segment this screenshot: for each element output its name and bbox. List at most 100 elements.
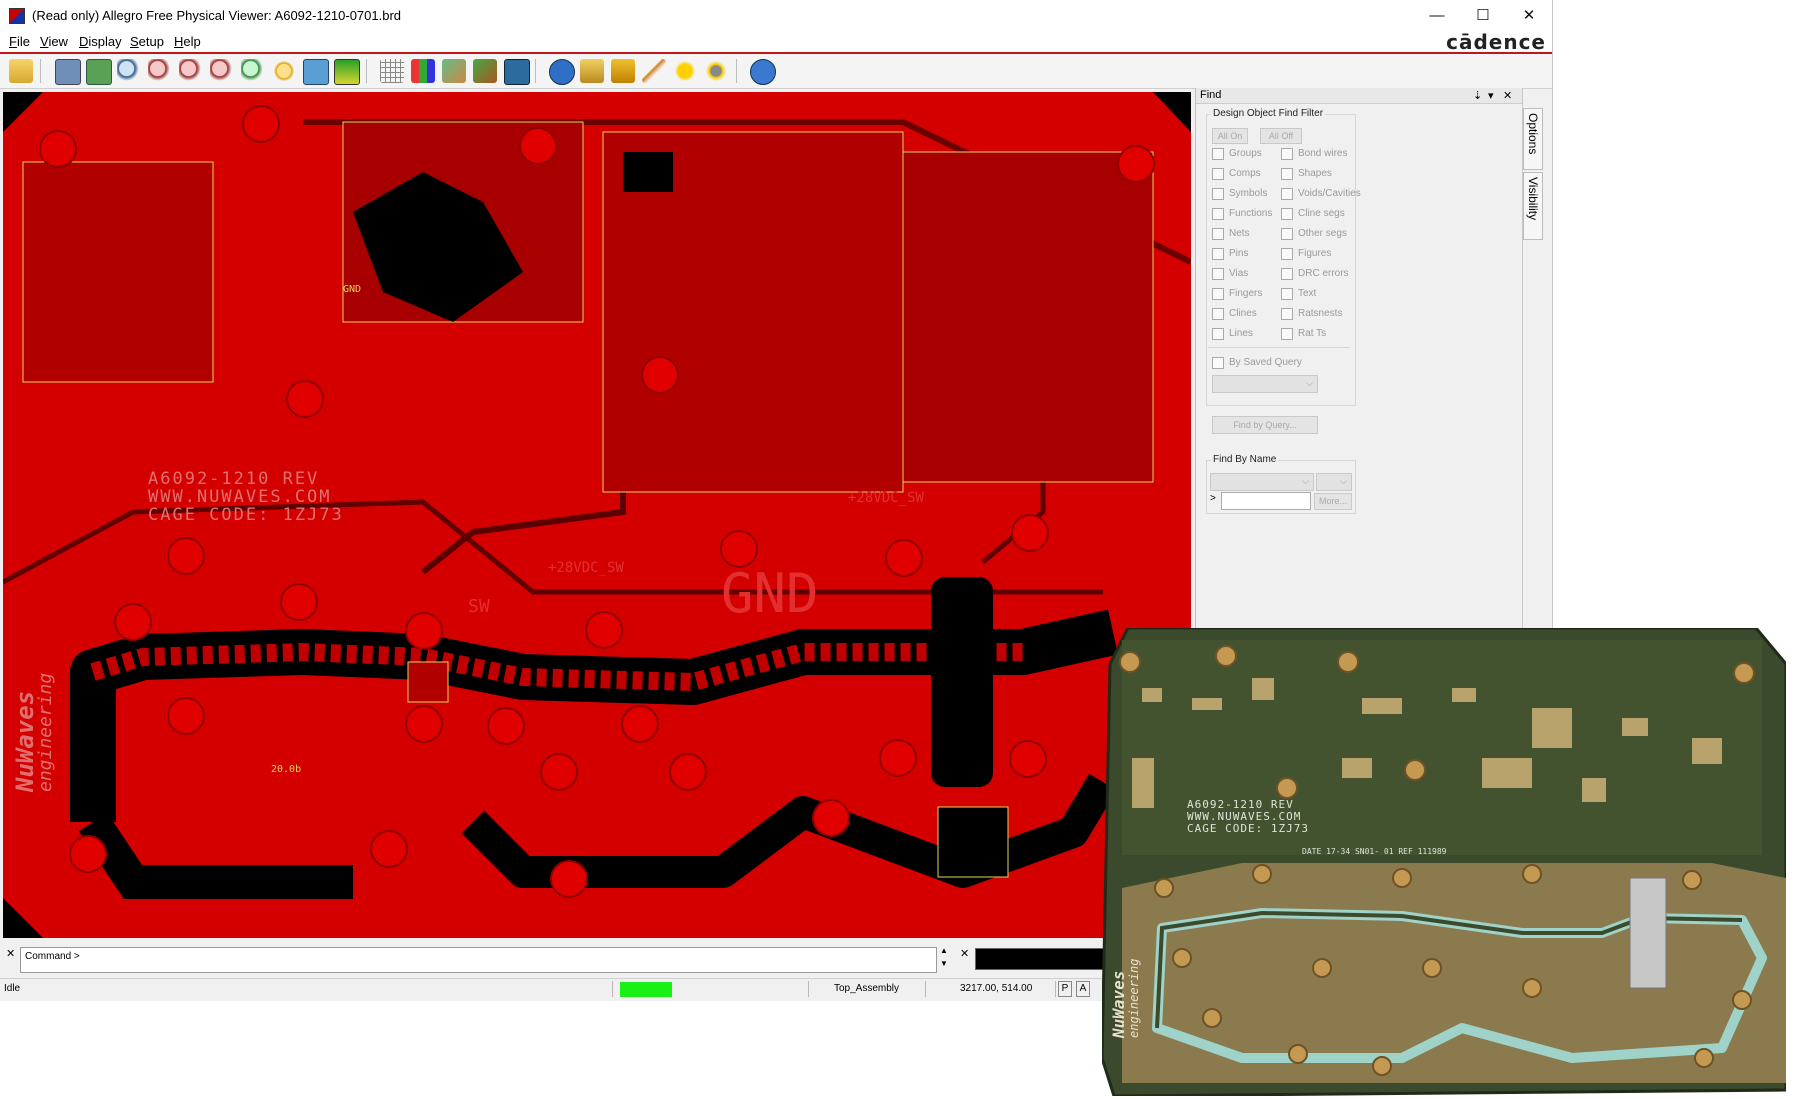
filter-shapes-checkbox[interactable]: [1281, 168, 1293, 180]
all-on-button[interactable]: All On: [1212, 128, 1248, 144]
layers-icon[interactable]: [442, 59, 466, 83]
filter-lines-checkbox[interactable]: [1212, 328, 1224, 340]
attenuator-label: 20.0b: [271, 764, 301, 775]
gnd-via: [540, 753, 578, 791]
toolbar-separator: [736, 59, 737, 83]
highlight-icon[interactable]: [642, 59, 666, 83]
zoom-world-icon[interactable]: [86, 59, 112, 85]
gnd-via: [69, 835, 107, 873]
status-a-button[interactable]: A: [1076, 981, 1090, 997]
visibility-icon[interactable]: [504, 59, 530, 85]
filter-fingers-checkbox[interactable]: [1212, 288, 1224, 300]
by-saved-query-checkbox[interactable]: [1212, 357, 1224, 369]
menu-help[interactable]: Help: [174, 34, 201, 49]
3d-view-icon[interactable]: [303, 59, 329, 85]
filter-fingers-label: Fingers: [1229, 288, 1263, 299]
status-active-subclass[interactable]: Top_Assembly: [834, 983, 899, 994]
filter-voids-label: Voids/Cavities: [1298, 188, 1361, 199]
menu-file[interactable]: File: [9, 34, 30, 49]
menu-setup[interactable]: Setup: [130, 34, 164, 49]
grid-icon[interactable]: [380, 59, 404, 83]
command-input[interactable]: Command >: [20, 947, 937, 973]
scroll-down-icon[interactable]: ▼: [940, 959, 948, 968]
scroll-up-icon[interactable]: ▲: [940, 946, 948, 955]
close-button[interactable]: ✕: [1506, 0, 1552, 32]
filter-pins-checkbox[interactable]: [1212, 248, 1224, 260]
filter-vias-checkbox[interactable]: [1212, 268, 1224, 280]
info-icon[interactable]: [549, 59, 575, 85]
filter-text-checkbox[interactable]: [1281, 288, 1293, 300]
mounting-hole: [1732, 990, 1752, 1010]
zoom-in2-icon[interactable]: [179, 59, 203, 83]
flip-icon[interactable]: [334, 59, 360, 85]
menu-help-label: elp: [183, 34, 201, 49]
open-icon[interactable]: [9, 59, 33, 83]
minimize-button[interactable]: —: [1414, 0, 1460, 32]
tab-options[interactable]: Options: [1523, 108, 1543, 170]
filter-comps-checkbox[interactable]: [1212, 168, 1224, 180]
all-off-button[interactable]: All Off: [1260, 128, 1302, 144]
find-name-type-select[interactable]: ⌵: [1316, 473, 1352, 491]
filter-voids-checkbox[interactable]: [1281, 188, 1293, 200]
filter-clines-checkbox[interactable]: [1212, 308, 1224, 320]
zoom-points-icon[interactable]: [148, 59, 172, 83]
find-by-query-button[interactable]: Find by Query...: [1212, 416, 1318, 434]
board-photo-drawing: A6092-1210 REV WWW.NUWAVES.COM CAGE CODE…: [1100, 626, 1788, 1098]
menu-display[interactable]: Display: [79, 34, 122, 49]
mounting-hole: [1522, 978, 1542, 998]
tab-visibility[interactable]: Visibility: [1523, 172, 1543, 240]
filter-symbols-checkbox[interactable]: [1212, 188, 1224, 200]
redraw-icon[interactable]: [272, 59, 296, 83]
help-icon[interactable]: [750, 59, 776, 85]
filter-functions-label: Functions: [1229, 208, 1273, 219]
color-icon[interactable]: [411, 59, 435, 83]
assign-color-icon[interactable]: [704, 59, 728, 83]
mounting-hole: [1522, 864, 1542, 884]
saved-query-select[interactable]: ⌵: [1212, 375, 1318, 393]
zoom-out-icon[interactable]: [210, 59, 234, 83]
panel-close-icon[interactable]: ✕: [1503, 89, 1512, 102]
filter-drc-errors-checkbox[interactable]: [1281, 268, 1293, 280]
properties-icon[interactable]: [580, 59, 604, 83]
mounting-hole: [1119, 651, 1141, 673]
filter-bond-wires-checkbox[interactable]: [1281, 148, 1293, 160]
worldview-close-icon[interactable]: ✕: [960, 947, 969, 960]
command-prompt: Command >: [25, 951, 80, 962]
gnd-via: [550, 860, 588, 898]
filter-rat-ts-checkbox[interactable]: [1281, 328, 1293, 340]
gnd-via: [641, 356, 679, 394]
status-p-button[interactable]: P: [1058, 981, 1072, 997]
zoom-in-icon[interactable]: [117, 59, 141, 83]
gnd-net-label-small: GND: [343, 284, 361, 295]
filter-figures-checkbox[interactable]: [1281, 248, 1293, 260]
design-canvas[interactable]: A6092-1210 REV WWW.NUWAVES.COM CAGE CODE…: [3, 92, 1191, 938]
more-button[interactable]: More...: [1314, 493, 1352, 510]
filter-groups-checkbox[interactable]: [1212, 148, 1224, 160]
pin-icon[interactable]: ⇣: [1473, 89, 1482, 102]
panel-menu-icon[interactable]: ▾: [1488, 89, 1494, 102]
measure-icon[interactable]: [611, 59, 635, 83]
gnd-via: [669, 753, 707, 791]
find-type-select[interactable]: ⌵: [1210, 473, 1314, 491]
menu-view[interactable]: View: [40, 34, 68, 49]
maximize-button[interactable]: ☐: [1460, 0, 1506, 32]
command-close-icon[interactable]: ✕: [6, 947, 15, 960]
filter-nets-checkbox[interactable]: [1212, 228, 1224, 240]
shadow-icon[interactable]: [473, 59, 497, 83]
filter-cline-segs-checkbox[interactable]: [1281, 208, 1293, 220]
zoom-fit-icon[interactable]: [55, 59, 81, 85]
status-separator: [808, 981, 809, 997]
filter-functions-checkbox[interactable]: [1212, 208, 1224, 220]
dehighlight-icon[interactable]: [673, 59, 697, 83]
world-view-preview[interactable]: [975, 948, 1107, 970]
gnd-via: [114, 603, 152, 641]
filter-ratsnests-checkbox[interactable]: [1281, 308, 1293, 320]
find-name-input[interactable]: [1221, 492, 1311, 510]
filter-other-segs-checkbox[interactable]: [1281, 228, 1293, 240]
find-panel-header: Find ⇣ ▾ ✕: [1196, 88, 1523, 104]
zoom-previous-icon[interactable]: [241, 59, 265, 83]
filter-vias-label: Vias: [1229, 268, 1249, 279]
filter-text-label: Text: [1298, 288, 1317, 299]
smd-pad: [1132, 758, 1154, 808]
gnd-via: [280, 583, 318, 621]
